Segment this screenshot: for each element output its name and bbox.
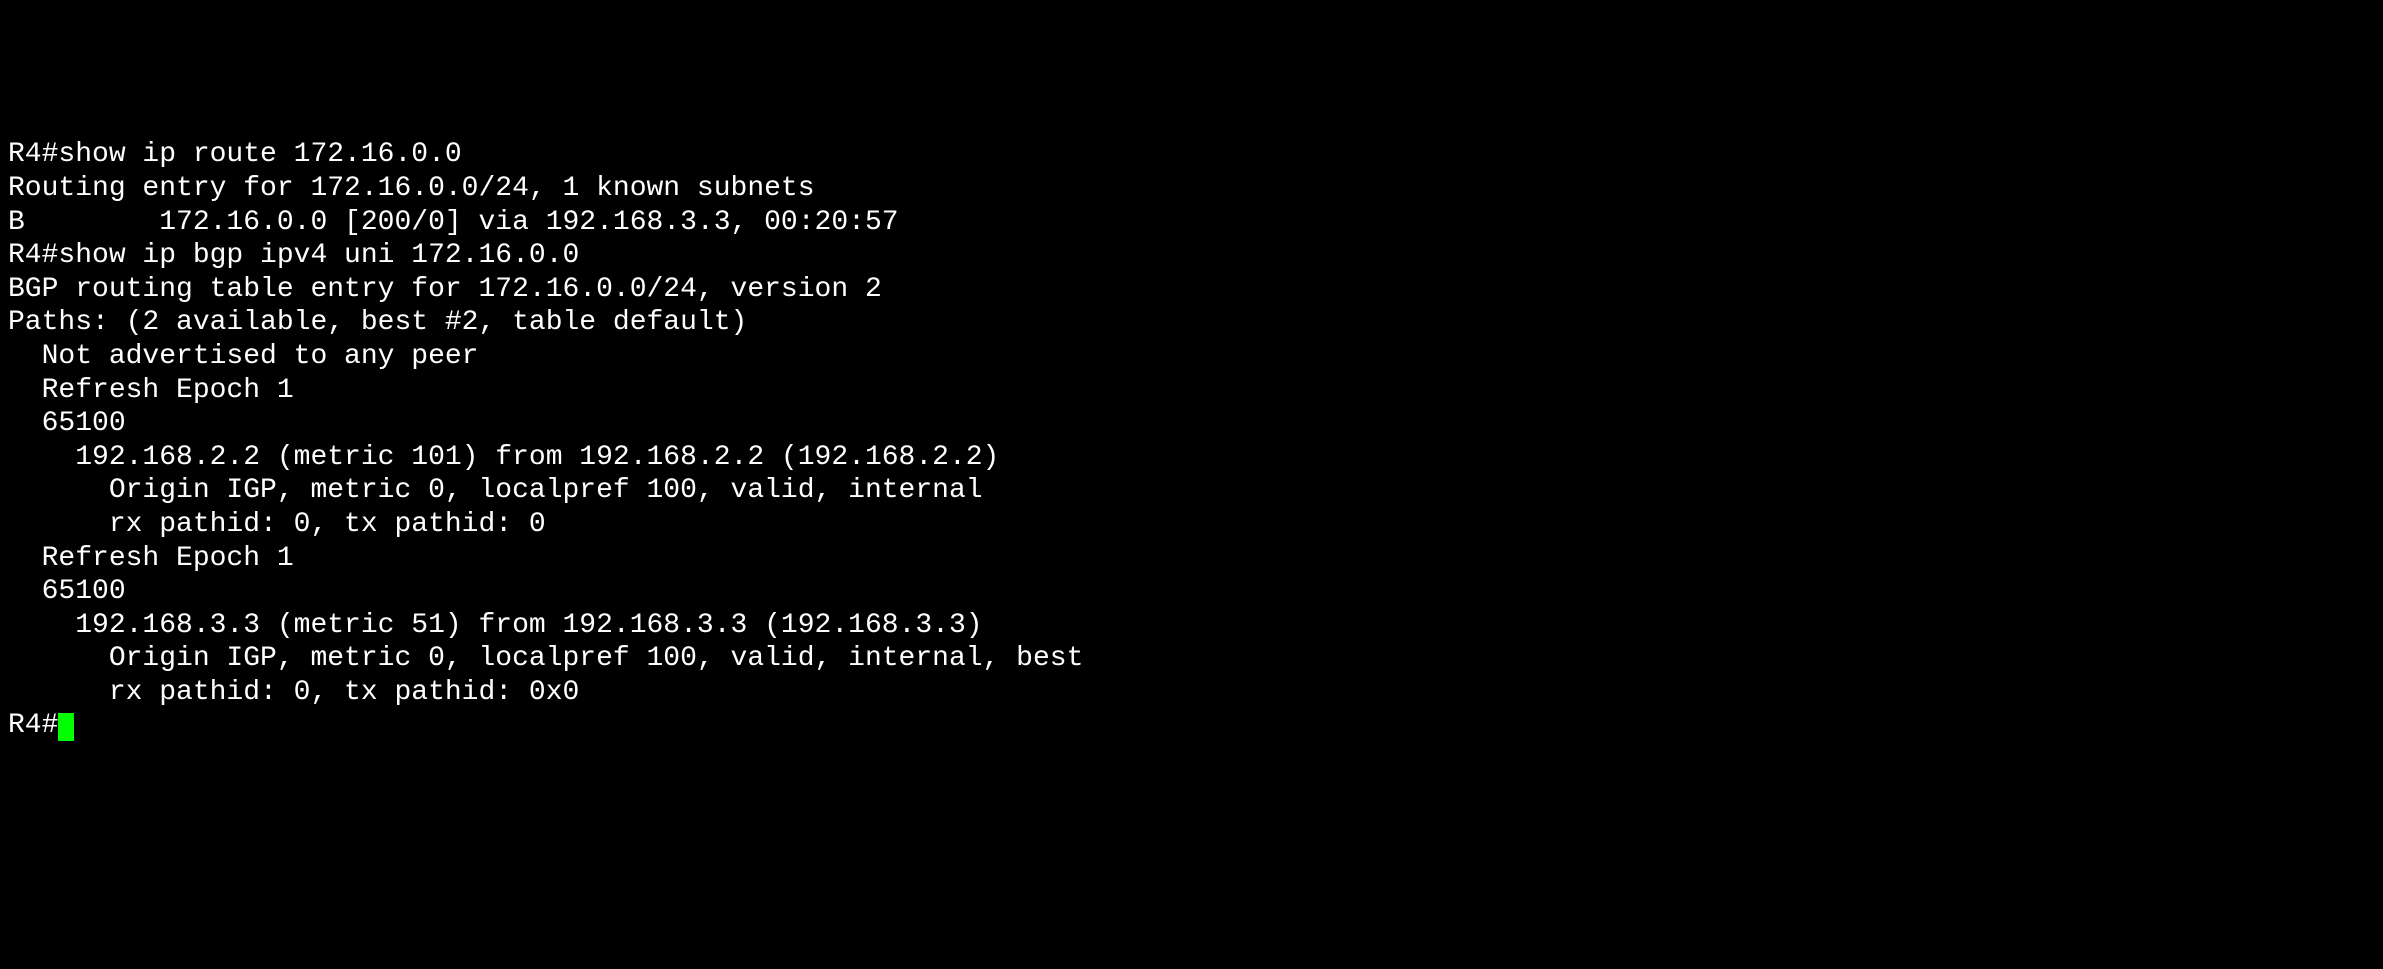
terminal-line: Refresh Epoch 1 [8,542,2375,576]
terminal-line: rx pathid: 0, tx pathid: 0 [8,508,2375,542]
terminal-line: 192.168.3.3 (metric 51) from 192.168.3.3… [8,609,2375,643]
terminal-line: R4#show ip bgp ipv4 uni 172.16.0.0 [8,239,2375,273]
terminal-line: 65100 [8,575,2375,609]
terminal-line: rx pathid: 0, tx pathid: 0x0 [8,676,2375,710]
terminal-line: Not advertised to any peer [8,340,2375,374]
terminal-line: Refresh Epoch 1 [8,374,2375,408]
terminal-line: Origin IGP, metric 0, localpref 100, val… [8,474,2375,508]
terminal-prompt: R4# [8,710,58,741]
terminal-line: Routing entry for 172.16.0.0/24, 1 known… [8,172,2375,206]
terminal-line: 192.168.2.2 (metric 101) from 192.168.2.… [8,441,2375,475]
terminal-line: Paths: (2 available, best #2, table defa… [8,306,2375,340]
terminal-line: 65100 [8,407,2375,441]
terminal-output[interactable]: R4#show ip route 172.16.0.0Routing entry… [8,138,2375,743]
terminal-line: Origin IGP, metric 0, localpref 100, val… [8,642,2375,676]
terminal-line: BGP routing table entry for 172.16.0.0/2… [8,273,2375,307]
terminal-line: R4#show ip route 172.16.0.0 [8,138,2375,172]
cursor-icon [58,713,74,741]
terminal-line: B 172.16.0.0 [200/0] via 192.168.3.3, 00… [8,206,2375,240]
